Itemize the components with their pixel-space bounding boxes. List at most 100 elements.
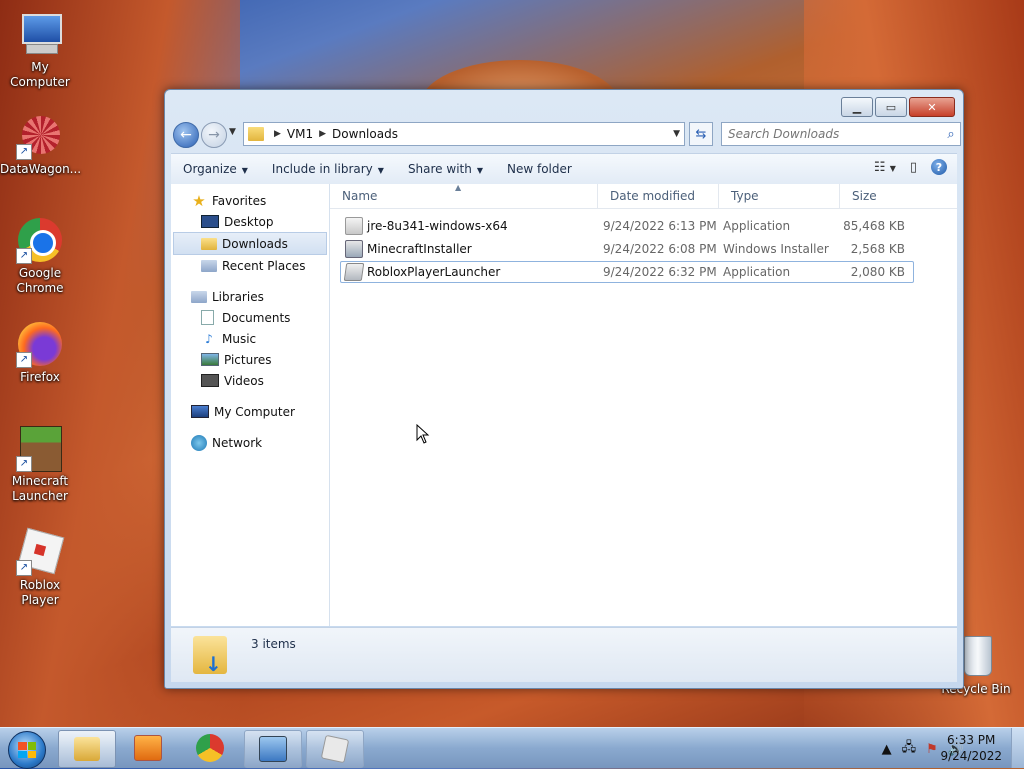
- clock-time: 6:33 PM: [947, 733, 996, 747]
- system-clock[interactable]: 6:33 PM 9/24/2022: [940, 732, 1002, 764]
- shortcut-arrow-icon: ↗: [16, 144, 32, 160]
- libraries-icon: [191, 290, 207, 303]
- star-icon: ★: [192, 191, 206, 210]
- downloads-folder-icon: ↓: [193, 636, 227, 676]
- share-with-button[interactable]: Share with ▼: [396, 162, 495, 176]
- nav-pictures[interactable]: Pictures: [171, 349, 329, 370]
- recent-pages-dropdown[interactable]: ▼: [229, 127, 236, 137]
- view-options-button[interactable]: ☷ ▼: [874, 160, 896, 175]
- breadcrumb-vm1[interactable]: VM1: [287, 127, 313, 141]
- refresh-button[interactable]: ⇆: [689, 122, 713, 146]
- nav-music[interactable]: ♪ Music: [171, 328, 329, 349]
- sort-ascending-icon: ▲: [455, 183, 462, 192]
- taskbar-roblox-button[interactable]: [306, 730, 364, 768]
- file-row[interactable]: jre-8u341-windows-x64 9/24/2022 6:13 PM …: [340, 215, 914, 237]
- network-icon: [191, 434, 207, 451]
- windows-logo-icon: [18, 742, 36, 758]
- address-dropdown-icon[interactable]: ▼: [673, 129, 680, 139]
- nav-label: Documents: [222, 310, 291, 325]
- desktop-icon-google-chrome[interactable]: ↗ Google Chrome: [0, 216, 80, 296]
- action-center-icon[interactable]: ⚑: [926, 742, 938, 757]
- file-rows: jre-8u341-windows-x64 9/24/2022 6:13 PM …: [330, 209, 957, 283]
- start-button[interactable]: [8, 731, 46, 769]
- minimize-button[interactable]: ▁: [841, 97, 873, 117]
- file-list[interactable]: ▲ Name Date modified Type Size jre-8u341-…: [330, 183, 957, 626]
- include-in-library-button[interactable]: Include in library ▼: [260, 162, 396, 176]
- view-controls: ☷ ▼ ▯ ?: [874, 159, 947, 175]
- desktop-icon-label: Minecraft Launcher: [11, 474, 69, 503]
- preview-pane-button[interactable]: ▯: [910, 160, 917, 175]
- media-player-icon: [134, 735, 162, 761]
- nav-my-computer[interactable]: My Computer: [171, 401, 329, 422]
- help-button[interactable]: ?: [931, 159, 947, 175]
- back-button[interactable]: ←: [173, 122, 199, 148]
- nav-recent-places[interactable]: Recent Places: [171, 255, 329, 276]
- nav-favorites[interactable]: ★ Favorites: [171, 190, 329, 211]
- file-type: Application: [723, 265, 791, 279]
- close-button[interactable]: ✕: [909, 97, 955, 117]
- file-row[interactable]: RobloxPlayerLauncher 9/24/2022 6:32 PM A…: [340, 261, 914, 283]
- taskbar-explorer-button[interactable]: [58, 730, 116, 768]
- search-box[interactable]: ⌕: [721, 122, 961, 146]
- file-size: 2,080 KB: [850, 265, 905, 279]
- header-label: Date modified: [610, 189, 696, 203]
- breadcrumb-separator-icon: ▶: [274, 129, 281, 139]
- nav-network[interactable]: Network: [171, 432, 329, 453]
- desktop-icon-minecraft-launcher[interactable]: ↗ Minecraft Launcher: [0, 424, 80, 504]
- nav-label: Favorites: [212, 193, 267, 208]
- nav-desktop[interactable]: Desktop: [171, 211, 329, 232]
- breadcrumb-downloads[interactable]: Downloads: [332, 127, 398, 141]
- header-label: Size: [852, 189, 877, 203]
- nav-videos[interactable]: Videos: [171, 370, 329, 391]
- nav-documents[interactable]: Documents: [171, 307, 329, 328]
- close-icon: ✕: [927, 100, 937, 114]
- chevron-down-icon: ▼: [476, 166, 483, 175]
- taskbar-media-player-button[interactable]: [120, 730, 176, 766]
- maximize-button[interactable]: ▭: [875, 97, 907, 117]
- column-header-type[interactable]: Type: [719, 184, 840, 208]
- network-app-icon: [259, 736, 287, 762]
- nav-label: My Computer: [214, 404, 295, 419]
- nav-libraries[interactable]: Libraries: [171, 286, 329, 307]
- taskbar-chrome-button[interactable]: [182, 730, 238, 766]
- chevron-down-icon: ▼: [377, 166, 384, 175]
- show-hidden-icons-button[interactable]: ▲: [882, 742, 892, 757]
- desktop-icon-firefox[interactable]: ↗ Firefox: [0, 320, 80, 385]
- forward-button[interactable]: →: [201, 122, 227, 148]
- file-size: 85,468 KB: [843, 219, 905, 233]
- column-header-size[interactable]: Size: [840, 184, 922, 208]
- search-input[interactable]: [722, 126, 942, 142]
- recent-places-icon: [201, 259, 217, 272]
- file-name: RobloxPlayerLauncher: [367, 265, 501, 279]
- desktop-icon-datawagon[interactable]: ↗ DataWagon...: [0, 112, 81, 177]
- taskbar-network-app-button[interactable]: [244, 730, 302, 768]
- share-label: Share with: [407, 162, 472, 176]
- search-icon: ⌕: [947, 126, 955, 142]
- new-folder-button[interactable]: New folder: [495, 162, 584, 176]
- breadcrumb-separator-icon: ▶: [319, 129, 327, 139]
- column-header-name[interactable]: ▲ Name: [330, 183, 598, 208]
- show-desktop-button[interactable]: [1011, 728, 1024, 768]
- column-headers: ▲ Name Date modified Type Size: [330, 183, 957, 209]
- desktop-icon-my-computer[interactable]: My Computer: [0, 10, 80, 90]
- organize-button[interactable]: Organize ▼: [171, 162, 260, 176]
- refresh-icon: ⇆: [695, 126, 707, 142]
- network-status-icon[interactable]: 🖧: [902, 738, 917, 760]
- datawagon-icon: ↗: [16, 112, 64, 160]
- desktop-icon-roblox-player[interactable]: ↗ Roblox Player: [0, 527, 80, 608]
- explorer-window[interactable]: ▁ ▭ ✕ ← → ▼ ▶ VM1 ▶ Downloads ▼ ⇆ ⌕ Orga…: [164, 89, 964, 689]
- music-icon: ♪: [205, 331, 213, 346]
- file-name: MinecraftInstaller: [367, 242, 472, 256]
- nav-label: Downloads: [222, 236, 288, 251]
- maximize-icon: ▭: [885, 100, 897, 114]
- nav-downloads[interactable]: Downloads: [173, 232, 327, 255]
- file-row[interactable]: MinecraftInstaller 9/24/2022 6:08 PM Win…: [340, 238, 914, 260]
- java-installer-icon: [345, 217, 363, 235]
- header-label: Name: [342, 189, 378, 203]
- column-header-date[interactable]: Date modified: [598, 184, 719, 208]
- desktop-icon-label: Google Chrome: [16, 266, 64, 295]
- address-bar[interactable]: ▶ VM1 ▶ Downloads ▼: [243, 122, 685, 146]
- clock-date: 9/24/2022: [940, 749, 1002, 763]
- desktop-icon-label: My Computer: [10, 60, 70, 89]
- shortcut-arrow-icon: ↗: [16, 456, 32, 472]
